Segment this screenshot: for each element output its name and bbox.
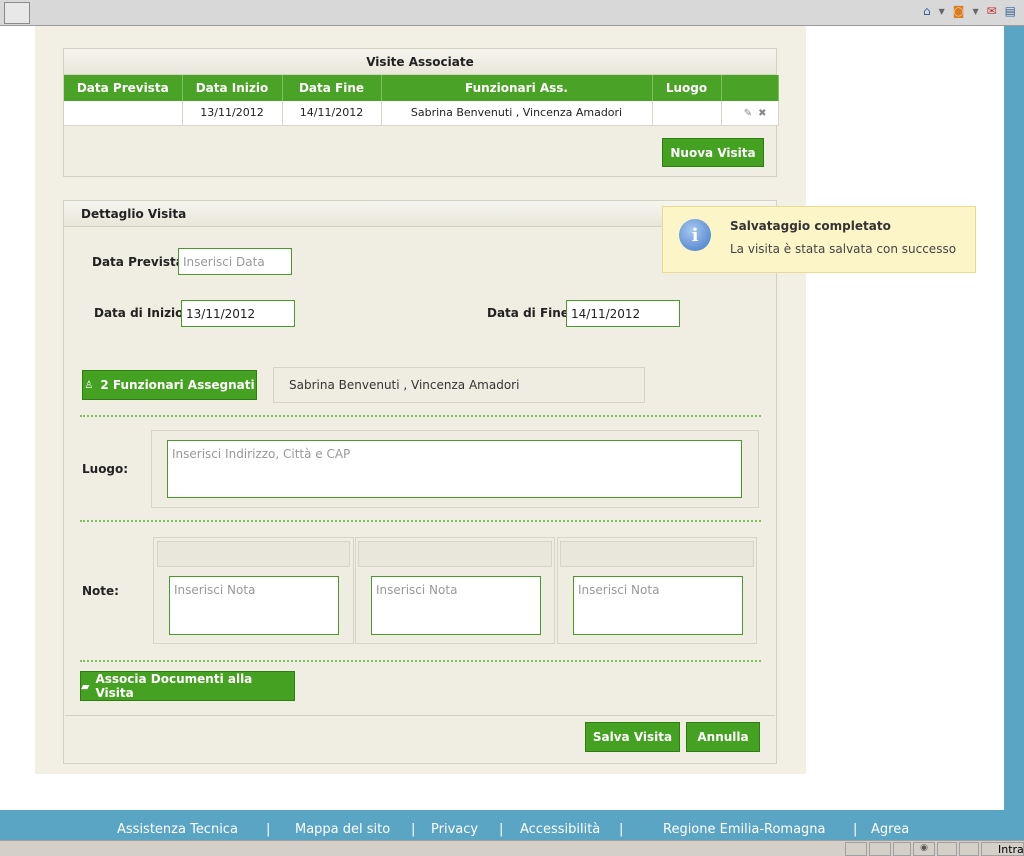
data-prevista-label: Data Prevista: [92,255,189,269]
associa-documenti-button[interactable]: ▰ Associa Documenti alla Visita [80,671,295,701]
table-row[interactable]: 13/11/2012 14/11/2012 Sabrina Benvenuti … [64,101,779,126]
mail-icon[interactable]: ✉ [987,4,997,18]
dropdown-arrow-icon[interactable]: ▼ [939,7,945,16]
column-header: Data Prevista [64,75,183,101]
cell-funzionari: Sabrina Benvenuti , Vincenza Amadori [381,101,653,126]
note-label: Note: [82,584,119,598]
section-divider [80,520,761,522]
rss-icon[interactable]: ◙ [953,4,965,18]
visite-table: Data Prevista Data Inizio Data Fine Funz… [64,75,779,126]
cell-data-prevista [64,101,183,126]
data-inizio-input[interactable]: 13/11/2012 [181,300,295,327]
footer-link-assistenza[interactable]: Assistenza Tecnica [117,822,238,837]
column-header: Data Inizio [182,75,283,101]
note-header-3 [560,541,754,567]
folder-open-icon: ▰ [81,679,90,693]
toast-message: La visita è stata salvata con successo [730,242,957,256]
note-header-2 [358,541,552,567]
privacy-icon[interactable]: ◉ [913,842,935,856]
footer-separator: | [266,822,271,837]
annulla-button[interactable]: Annulla [686,722,760,752]
form-actions-separator [65,715,775,716]
funzionari-assegnati-button[interactable]: ♙ 2 Funzionari Assegnati [82,370,257,400]
toast-title: Salvataggio completato [730,219,891,233]
column-header [721,75,779,101]
edit-icon[interactable]: ✎ [744,108,752,119]
status-cell [893,842,911,856]
info-icon: i [679,219,711,251]
notification-toast: i Salvataggio completato La visita è sta… [662,206,976,273]
site-footer: Assistenza Tecnica | Mappa del sito | Pr… [0,810,1024,844]
cell-data-fine: 14/11/2012 [282,101,382,126]
security-zone[interactable]: Intra [981,842,1024,856]
visite-associate-panel: Visite Associate Data Prevista Data Iniz… [63,48,779,177]
data-fine-label: Data di Fine: [487,306,574,320]
print-icon[interactable]: ▤ [1005,4,1016,18]
associa-documenti-label: Associa Documenti alla Visita [95,672,253,700]
section-divider [80,660,761,662]
scrollbar-track[interactable] [1004,26,1024,810]
luogo-textarea[interactable]: Inserisci Indirizzo, Città e CAP [167,440,742,498]
dropdown-arrow-icon[interactable]: ▼ [972,7,978,16]
browser-viewport: Visite Associate Data Prevista Data Iniz… [0,26,1004,810]
footer-link-privacy[interactable]: Privacy [431,822,478,837]
section-divider [80,415,761,417]
visite-associate-title: Visite Associate [64,49,776,75]
status-cell [845,842,867,856]
footer-link-agrea[interactable]: Agrea [871,822,909,837]
column-header: Luogo [652,75,722,101]
data-inizio-label: Data di Inizio: [94,306,189,320]
footer-separator: | [853,822,858,837]
delete-icon[interactable]: ✖ [758,108,766,119]
footer-link-accessibilita[interactable]: Accessibilità [520,822,600,837]
note-textarea-2[interactable]: Inserisci Nota [371,576,541,635]
column-header: Data Fine [282,75,382,101]
footer-separator: | [499,822,504,837]
note-header-1 [157,541,350,567]
cell-actions: ✎ ✖ [721,101,779,126]
table-header-row: Data Prevista Data Inizio Data Fine Funz… [64,75,779,101]
note-textarea-1[interactable]: Inserisci Nota [169,576,339,635]
luogo-label: Luogo: [82,462,129,476]
page-content: Visite Associate Data Prevista Data Iniz… [35,26,806,774]
cell-luogo [652,101,722,126]
browser-toolbar: ⌂ ▼ ◙ ▼ ✉ ▤ [0,0,1024,26]
status-cell [869,842,891,856]
zone-label: Intra [998,843,1024,856]
funzionari-assegnati-value: Sabrina Benvenuti , Vincenza Amadori [273,367,645,403]
footer-separator: | [411,822,416,837]
funzionari-button-label: 2 Funzionari Assegnati [100,378,255,392]
column-header: Funzionari Ass. [381,75,653,101]
browser-command-bar: ⌂ ▼ ◙ ▼ ✉ ▤ [923,4,1016,18]
footer-separator: | [619,822,624,837]
status-cell [959,842,979,856]
browser-statusbar: ◉ Intra [0,840,1024,856]
salva-visita-button[interactable]: Salva Visita [585,722,680,752]
data-fine-input[interactable]: 14/11/2012 [566,300,680,327]
nuova-visita-button[interactable]: Nuova Visita [662,138,764,167]
note-textarea-3[interactable]: Inserisci Nota [573,576,743,635]
user-icon: ♙ [84,379,94,391]
footer-link-regione[interactable]: Regione Emilia-Romagna [663,822,826,837]
browser-tab[interactable] [4,2,30,24]
data-prevista-input[interactable]: Inserisci Data [178,248,292,275]
footer-link-mappa[interactable]: Mappa del sito [295,822,390,837]
cell-data-inizio: 13/11/2012 [182,101,283,126]
status-cell [937,842,957,856]
home-icon[interactable]: ⌂ [923,4,931,18]
